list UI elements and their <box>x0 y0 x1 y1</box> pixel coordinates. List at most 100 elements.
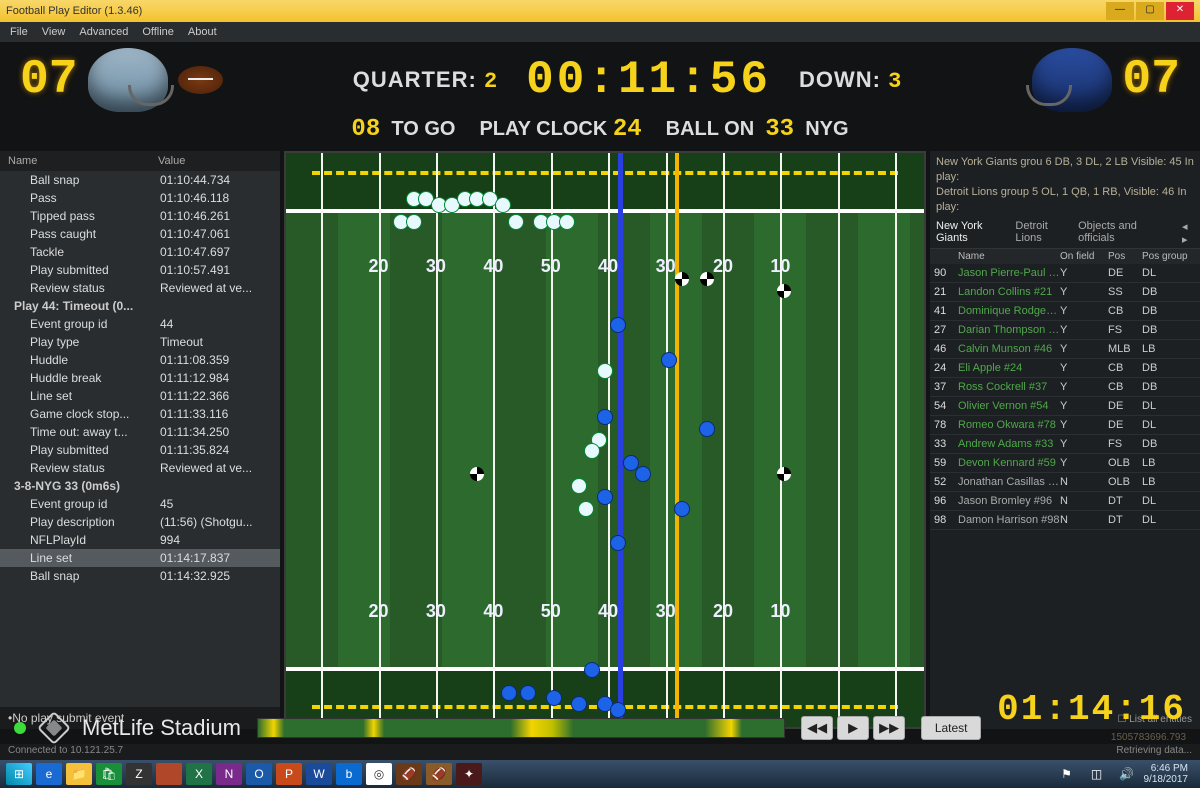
event-row[interactable]: Event group id45 <box>0 495 280 513</box>
event-list[interactable]: Ball snap01:10:44.734Pass01:10:46.118Tip… <box>0 171 280 707</box>
roster-row[interactable]: 46Calvin Munson #46YMLBLB <box>930 340 1200 359</box>
forward-button[interactable]: ▶▶ <box>873 716 905 740</box>
taskbar-football2-icon[interactable]: 🏈 <box>426 763 452 785</box>
tray-network-icon[interactable]: ◫ <box>1084 763 1110 785</box>
taskbar-football1-icon[interactable]: 🏈 <box>396 763 422 785</box>
tab-objects[interactable]: Objects and officials <box>1078 220 1162 246</box>
official-marker[interactable] <box>777 467 791 481</box>
menu-file[interactable]: File <box>10 26 28 38</box>
tabs-scroll-icon[interactable]: ◂ ▸ <box>1182 220 1194 246</box>
event-row[interactable]: Pass caught01:10:47.061 <box>0 225 280 243</box>
taskbar-word-icon[interactable]: W <box>306 763 332 785</box>
event-row[interactable]: Pass01:10:46.118 <box>0 189 280 207</box>
official-marker[interactable] <box>675 272 689 286</box>
tray-volume-icon[interactable]: 🔊 <box>1114 763 1140 785</box>
player-marker[interactable] <box>597 363 613 379</box>
latest-button[interactable]: Latest <box>921 716 981 740</box>
menu-about[interactable]: About <box>188 26 217 38</box>
tray-flag-icon[interactable]: ⚑ <box>1054 763 1080 785</box>
menu-offline[interactable]: Offline <box>142 26 174 38</box>
window-maximize-button[interactable]: ▢ <box>1136 2 1164 20</box>
player-marker[interactable] <box>584 662 600 678</box>
event-row[interactable]: Huddle01:11:08.359 <box>0 351 280 369</box>
event-row[interactable]: Game clock stop...01:11:33.116 <box>0 405 280 423</box>
player-marker[interactable] <box>495 197 511 213</box>
event-row[interactable]: Event group id44 <box>0 315 280 333</box>
event-row[interactable]: Line set01:11:22.366 <box>0 387 280 405</box>
event-row[interactable]: Play submitted01:11:35.824 <box>0 441 280 459</box>
roster-row[interactable]: 78Romeo Okwara #78YDEDL <box>930 416 1200 435</box>
event-row[interactable]: Ball snap01:14:32.925 <box>0 567 280 585</box>
roster-row[interactable]: 59Devon Kennard #59YOLBLB <box>930 454 1200 473</box>
taskbar-excel-icon[interactable]: X <box>186 763 212 785</box>
event-row[interactable]: Time out: away t...01:11:34.250 <box>0 423 280 441</box>
tab-det[interactable]: Detroit Lions <box>1015 220 1068 246</box>
roster-row[interactable]: 33Andrew Adams #33YFSDB <box>930 435 1200 454</box>
player-marker[interactable] <box>597 409 613 425</box>
roster-row[interactable]: 96Jason Bromley #96NDTDL <box>930 492 1200 511</box>
taskbar-blank-icon[interactable] <box>156 763 182 785</box>
roster-row[interactable]: 27Darian Thompson #27YFSDB <box>930 321 1200 340</box>
taskbar-onenote-icon[interactable]: N <box>216 763 242 785</box>
event-row[interactable]: Play submitted01:10:57.491 <box>0 261 280 279</box>
roster-row[interactable]: 98Damon Harrison #98NDTDL <box>930 511 1200 530</box>
taskbar-store-icon[interactable]: 🛍 <box>96 763 122 785</box>
taskbar-misc-icon[interactable]: ✦ <box>456 763 482 785</box>
start-button[interactable]: ⊞ <box>6 763 32 785</box>
roster-row[interactable]: 21Landon Collins #21YSSDB <box>930 283 1200 302</box>
player-marker[interactable] <box>674 501 690 517</box>
taskbar-ie-icon[interactable]: e <box>36 763 62 785</box>
player-marker[interactable] <box>661 352 677 368</box>
player-marker[interactable] <box>597 489 613 505</box>
rewind-button[interactable]: ◀◀ <box>801 716 833 740</box>
tab-nyg[interactable]: New York Giants <box>936 220 1005 246</box>
event-row[interactable]: Tipped pass01:10:46.261 <box>0 207 280 225</box>
roster-row[interactable]: 24Eli Apple #24YCBDB <box>930 359 1200 378</box>
timeline-scrubber[interactable] <box>257 718 785 738</box>
event-group-header[interactable]: 3-8-NYG 33 (0m6s) <box>0 477 280 495</box>
roster-list[interactable]: 90Jason Pierre-Paul #90YDEDL21Landon Col… <box>930 264 1200 710</box>
event-row[interactable]: Review statusReviewed at ve... <box>0 459 280 477</box>
official-marker[interactable] <box>470 467 484 481</box>
taskbar-clock[interactable]: 6:46 PM9/18/2017 <box>1144 763 1195 785</box>
plug-icon[interactable] <box>37 711 71 745</box>
taskbar-outlook-icon[interactable]: O <box>246 763 272 785</box>
player-marker[interactable] <box>406 214 422 230</box>
player-marker[interactable] <box>699 421 715 437</box>
event-row[interactable]: Ball snap01:10:44.734 <box>0 171 280 189</box>
player-marker[interactable] <box>610 535 626 551</box>
official-marker[interactable] <box>700 272 714 286</box>
window-minimize-button[interactable]: — <box>1106 2 1134 20</box>
event-row[interactable]: Line set01:14:17.837 <box>0 549 280 567</box>
player-marker[interactable] <box>635 466 651 482</box>
roster-row[interactable]: 54Olivier Vernon #54YDEDL <box>930 397 1200 416</box>
taskbar-zebra-icon[interactable]: Z <box>126 763 152 785</box>
window-close-button[interactable]: ✕ <box>1166 2 1194 20</box>
taskbar-box-icon[interactable]: b <box>336 763 362 785</box>
roster-row[interactable]: 52Jonathan Casillas #52NOLBLB <box>930 473 1200 492</box>
roster-row[interactable]: 37Ross Cockrell #37YCBDB <box>930 378 1200 397</box>
roster-row[interactable]: 41Dominique Rodgers-C...YCBDB <box>930 302 1200 321</box>
menu-advanced[interactable]: Advanced <box>79 26 128 38</box>
player-marker[interactable] <box>571 478 587 494</box>
player-marker[interactable] <box>584 443 600 459</box>
event-row[interactable]: Tackle01:10:47.697 <box>0 243 280 261</box>
event-row[interactable]: Review statusReviewed at ve... <box>0 279 280 297</box>
taskbar-powerpoint-icon[interactable]: P <box>276 763 302 785</box>
player-marker[interactable] <box>508 214 524 230</box>
taskbar-explorer-icon[interactable]: 📁 <box>66 763 92 785</box>
event-row[interactable]: Play description(11:56) (Shotgu... <box>0 513 280 531</box>
official-marker[interactable] <box>777 284 791 298</box>
event-row[interactable]: Huddle break01:11:12.984 <box>0 369 280 387</box>
event-group-header[interactable]: Play 44: Timeout (0... <box>0 297 280 315</box>
menu-view[interactable]: View <box>42 26 66 38</box>
play-button[interactable]: ▶ <box>837 716 869 740</box>
player-marker[interactable] <box>610 317 626 333</box>
event-row[interactable]: Play typeTimeout <box>0 333 280 351</box>
field-view[interactable]: 20203030404050504040303020201010 <box>284 151 926 729</box>
taskbar-chrome-icon[interactable]: ◎ <box>366 763 392 785</box>
event-row[interactable]: NFLPlayId994 <box>0 531 280 549</box>
player-marker[interactable] <box>578 501 594 517</box>
roster-row[interactable]: 90Jason Pierre-Paul #90YDEDL <box>930 264 1200 283</box>
player-marker[interactable] <box>559 214 575 230</box>
